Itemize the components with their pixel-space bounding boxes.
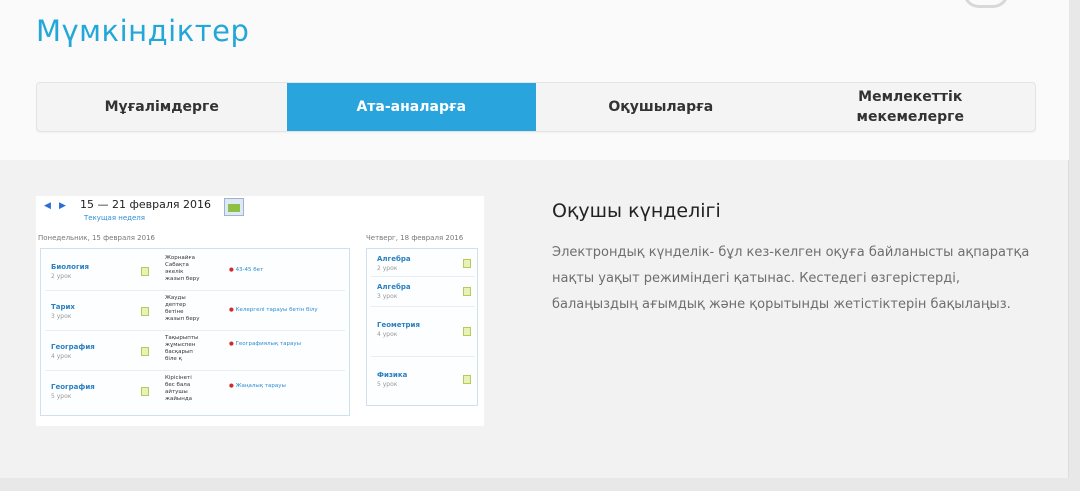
mark-text: Келергелі тарауы бетін білу (235, 307, 318, 313)
lesson-number: 3 урок (51, 313, 72, 320)
features-card: Мүмкіндіктер Мұғалімдерге Ата-аналарға О… (0, 0, 1069, 478)
lesson-subject[interactable]: Физика (377, 371, 407, 379)
lesson-row: География 5 урок Кірісінеті бес бала айт… (45, 373, 345, 411)
mark-text: 43-45 бет (235, 267, 264, 273)
tab-label: Мемлекеттік мекемелерге (856, 89, 964, 125)
lesson-number: 4 урок (51, 353, 72, 360)
lesson-subject[interactable]: Алгебра (377, 255, 411, 263)
homework-icon (463, 259, 471, 268)
lesson-row: Биология 2 урок Жорнайға Сабақта әкелік … (45, 253, 345, 291)
arrow-left-icon: ◀ (44, 201, 51, 211)
tab-students[interactable]: Оқушыларға (536, 83, 786, 131)
tab-teachers[interactable]: Мұғалімдерге (37, 83, 287, 131)
homework-icon (463, 327, 471, 336)
lesson-subject[interactable]: Алгебра (377, 283, 411, 291)
lesson-number: 3 урок (377, 293, 398, 300)
week-range: 15 — 21 февраля 2016 (80, 198, 212, 211)
page-title: Мүмкіндіктер (36, 14, 250, 48)
homework-icon (141, 267, 149, 276)
lesson-subject[interactable]: Тарих (51, 303, 75, 311)
lesson-number: 2 урок (51, 273, 72, 280)
tab-label: Ата-аналарға (356, 99, 467, 115)
homework-icon (463, 287, 471, 296)
lesson-mark: ● 43-45 бет (229, 267, 264, 273)
homework-icon (141, 387, 149, 396)
week-nav: ◀ ▶ (42, 200, 68, 212)
tab-label: Мұғалімдерге (104, 99, 219, 115)
lesson-subject[interactable]: Геометрия (377, 321, 420, 329)
lesson-number: 2 урок (377, 265, 398, 272)
lesson-row: Физика 5 урок (371, 359, 475, 403)
calendar-icon (224, 198, 244, 216)
lesson-subject[interactable]: География (51, 383, 95, 391)
feature-title: Оқушы күнделігі (552, 200, 721, 222)
lesson-row: Геометрия 4 урок (371, 309, 475, 357)
homework-text: Жауды дептер бетіне жазып беру (165, 295, 200, 322)
arrow-right-icon: ▶ (59, 201, 66, 211)
mark-text: Географиялық тарауы (235, 341, 301, 347)
homework-icon (141, 347, 149, 356)
lesson-row: Тарих 3 урок Жауды дептер бетіне жазып б… (45, 293, 345, 331)
lesson-row: Алгебра 2 урок (371, 251, 475, 277)
day-label: Четверг, 18 февраля 2016 (366, 234, 464, 242)
feature-description: Электрондық күнделік- бұл кез-келген оқу… (552, 245, 1030, 312)
lesson-subject[interactable]: География (51, 343, 95, 351)
homework-text: Тақырыпты жұмыспен басқарып біле қ (165, 335, 199, 362)
mark-text: Жаңалық тарауы (235, 383, 286, 389)
features-header: Мүмкіндіктер Мұғалімдерге Ата-аналарға О… (0, 0, 1069, 160)
lesson-row: Алгебра 3 урок (371, 279, 475, 307)
tab-label: Оқушыларға (608, 99, 714, 115)
lesson-mark: ● Жаңалық тарауы (229, 383, 286, 389)
homework-icon (141, 307, 149, 316)
day-column: Алгебра 2 урок Алгебра 3 урок Геометрия … (366, 248, 478, 406)
lesson-mark: ● Географиялық тарауы (229, 341, 301, 347)
lesson-number: 5 урок (51, 393, 72, 400)
lesson-number: 5 урок (377, 381, 398, 388)
day-column: Биология 2 урок Жорнайға Сабақта әкелік … (40, 248, 350, 416)
lesson-mark: ● Келергелі тарауы бетін білу (229, 307, 318, 313)
day-label: Понедельник, 15 февраля 2016 (38, 234, 155, 242)
homework-text: Жорнайға Сабақта әкелік жазып беру (165, 255, 200, 282)
homework-icon (463, 375, 471, 384)
audience-tabs: Мұғалімдерге Ата-аналарға Оқушыларға Мем… (36, 82, 1036, 132)
week-subtitle: Текущая неделя (84, 214, 145, 222)
tab-parents[interactable]: Ата-аналарға (286, 83, 536, 131)
lesson-number: 4 урок (377, 331, 398, 338)
lesson-subject[interactable]: Биология (51, 263, 89, 271)
tab-government[interactable]: Мемлекеттік мекемелерге (786, 83, 1036, 131)
homework-text: Кірісінеті бес бала айтушы жайында (165, 375, 193, 402)
corner-decoration-icon (963, 0, 1009, 8)
lesson-row: География 4 урок Тақырыпты жұмыспен басқ… (45, 333, 345, 371)
diary-preview-image: ◀ ▶ 15 — 21 февраля 2016 Текущая неделя … (36, 196, 484, 426)
